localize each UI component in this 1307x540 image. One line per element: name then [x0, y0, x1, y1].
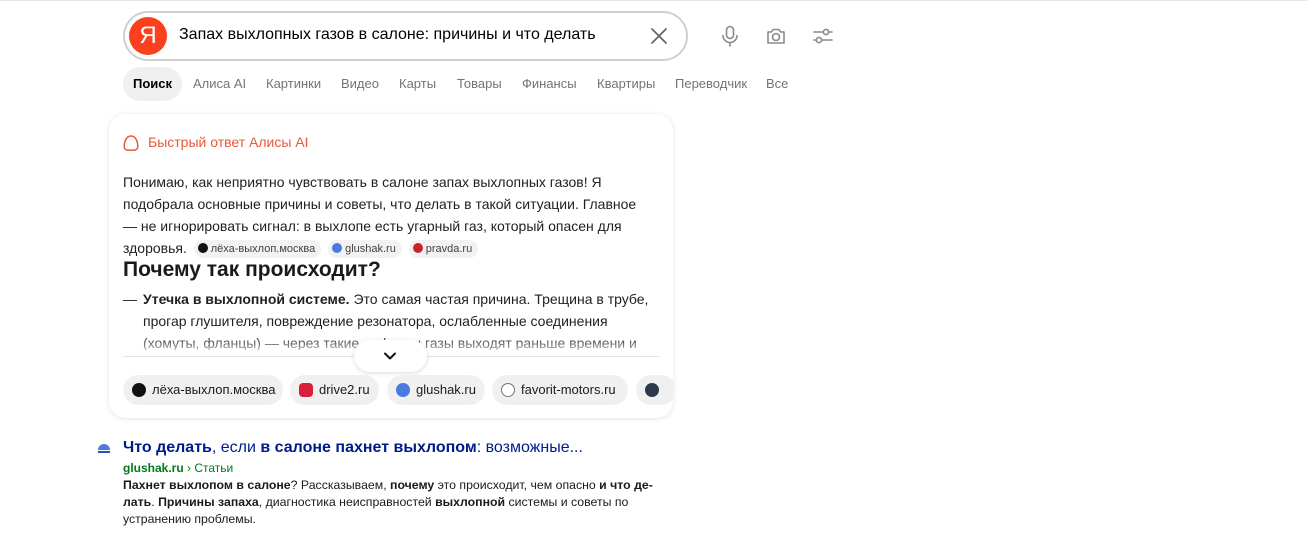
- tab-search[interactable]: Поиск: [123, 67, 183, 101]
- microphone-icon[interactable]: [718, 24, 742, 48]
- snippet-part: почему: [390, 478, 435, 492]
- glushak-favicon: [98, 444, 110, 453]
- tab-alice-ai[interactable]: Алиса AI: [193, 67, 246, 101]
- source-favorit[interactable]: favorit-motors.ru: [492, 375, 628, 405]
- title-part: Что делать: [123, 439, 212, 456]
- lexa-icon: [132, 383, 146, 397]
- source-chip-glushak[interactable]: glushak.ru: [328, 240, 402, 258]
- source-chip-pravda[interactable]: pravda.ru: [408, 240, 479, 258]
- glushak-icon: [396, 383, 410, 397]
- source-more[interactable]: [636, 375, 673, 405]
- tab-finance[interactable]: Финансы: [522, 67, 577, 101]
- source-icon: [645, 383, 659, 397]
- snippet-part: это происходит, чем опасно: [434, 478, 600, 492]
- source-chip-lexa[interactable]: лёха-выхлоп.москва: [193, 240, 322, 258]
- result-url[interactable]: glushak.ru › Статьи: [123, 461, 233, 475]
- source-drive2[interactable]: drive2.ru: [290, 375, 379, 405]
- quick-answer-label: Быстрый ответ Алисы AI: [148, 134, 309, 150]
- tab-all[interactable]: Все: [766, 67, 788, 101]
- search-input[interactable]: Запах выхлопных газов в салоне: причины …: [179, 26, 596, 44]
- source-glushak[interactable]: glushak.ru: [387, 375, 485, 405]
- source-label: drive2.ru: [319, 382, 370, 397]
- title-part: , если: [211, 439, 261, 456]
- glushak-icon: [332, 243, 343, 253]
- pravda-icon: [412, 243, 423, 253]
- lexa-icon: [197, 243, 208, 253]
- search-bar[interactable]: Я Запах выхлопных газов в салоне: причин…: [123, 11, 688, 61]
- source-lexa[interactable]: лёха-выхлоп.москва: [123, 375, 283, 405]
- snippet-part: ? Рассказываем,: [290, 478, 391, 492]
- expand-button[interactable]: [354, 340, 427, 372]
- snippet-part: Причины запаха: [158, 495, 259, 509]
- tab-translator[interactable]: Переводчик: [675, 67, 747, 101]
- favorit-icon: [501, 383, 515, 397]
- source-label: glushak.ru: [416, 382, 476, 397]
- tab-apartments[interactable]: Квартиры: [597, 67, 655, 101]
- title-part: : возможные...: [476, 439, 583, 456]
- snippet-part: , диагностика неисправностей: [258, 495, 436, 509]
- source-chip-label: лёха-выхлоп.москва: [210, 243, 316, 255]
- result-snippet: Пахнет выхлопом в салоне? Рассказываем, …: [123, 477, 658, 528]
- source-chip-label: pravda.ru: [425, 243, 473, 255]
- result-breadcrumb: › Статьи: [183, 461, 234, 475]
- answer-heading: Почему так происходит?: [123, 258, 381, 281]
- quick-answer-card: Быстрый ответ Алисы AI Понимаю, как непр…: [109, 114, 673, 418]
- title-part: в салоне пахнет выхлопом: [260, 439, 477, 456]
- alice-icon: [123, 135, 139, 151]
- yandex-logo[interactable]: Я: [129, 17, 167, 55]
- snippet-part: Пахнет выхлопом в салоне: [123, 478, 291, 492]
- drive2-icon: [299, 383, 313, 397]
- bullet-dash: —: [123, 291, 137, 307]
- camera-icon[interactable]: [764, 24, 788, 48]
- filters-icon[interactable]: [811, 24, 835, 48]
- source-label: лёха-выхлоп.москва: [152, 382, 276, 397]
- close-icon[interactable]: [649, 26, 669, 46]
- tab-video[interactable]: Видео: [341, 67, 379, 101]
- tab-products[interactable]: Товары: [457, 67, 502, 101]
- tab-maps[interactable]: Карты: [399, 67, 436, 101]
- bullet-title: Утечка в выхлопной системе.: [143, 291, 350, 307]
- tab-images[interactable]: Картинки: [266, 67, 321, 101]
- snippet-part: выхлопной: [435, 495, 506, 509]
- source-label: favorit-motors.ru: [521, 382, 616, 397]
- top-divider: [0, 0, 1307, 1]
- answer-intro: Понимаю, как неприятно чувствовать в сал…: [123, 171, 653, 259]
- source-chip-label: glushak.ru: [345, 243, 396, 255]
- result-domain: glushak.ru: [123, 461, 184, 475]
- chevron-down-icon: [384, 352, 396, 360]
- result-title[interactable]: Что делать, если в салоне пахнет выхлопо…: [123, 439, 583, 457]
